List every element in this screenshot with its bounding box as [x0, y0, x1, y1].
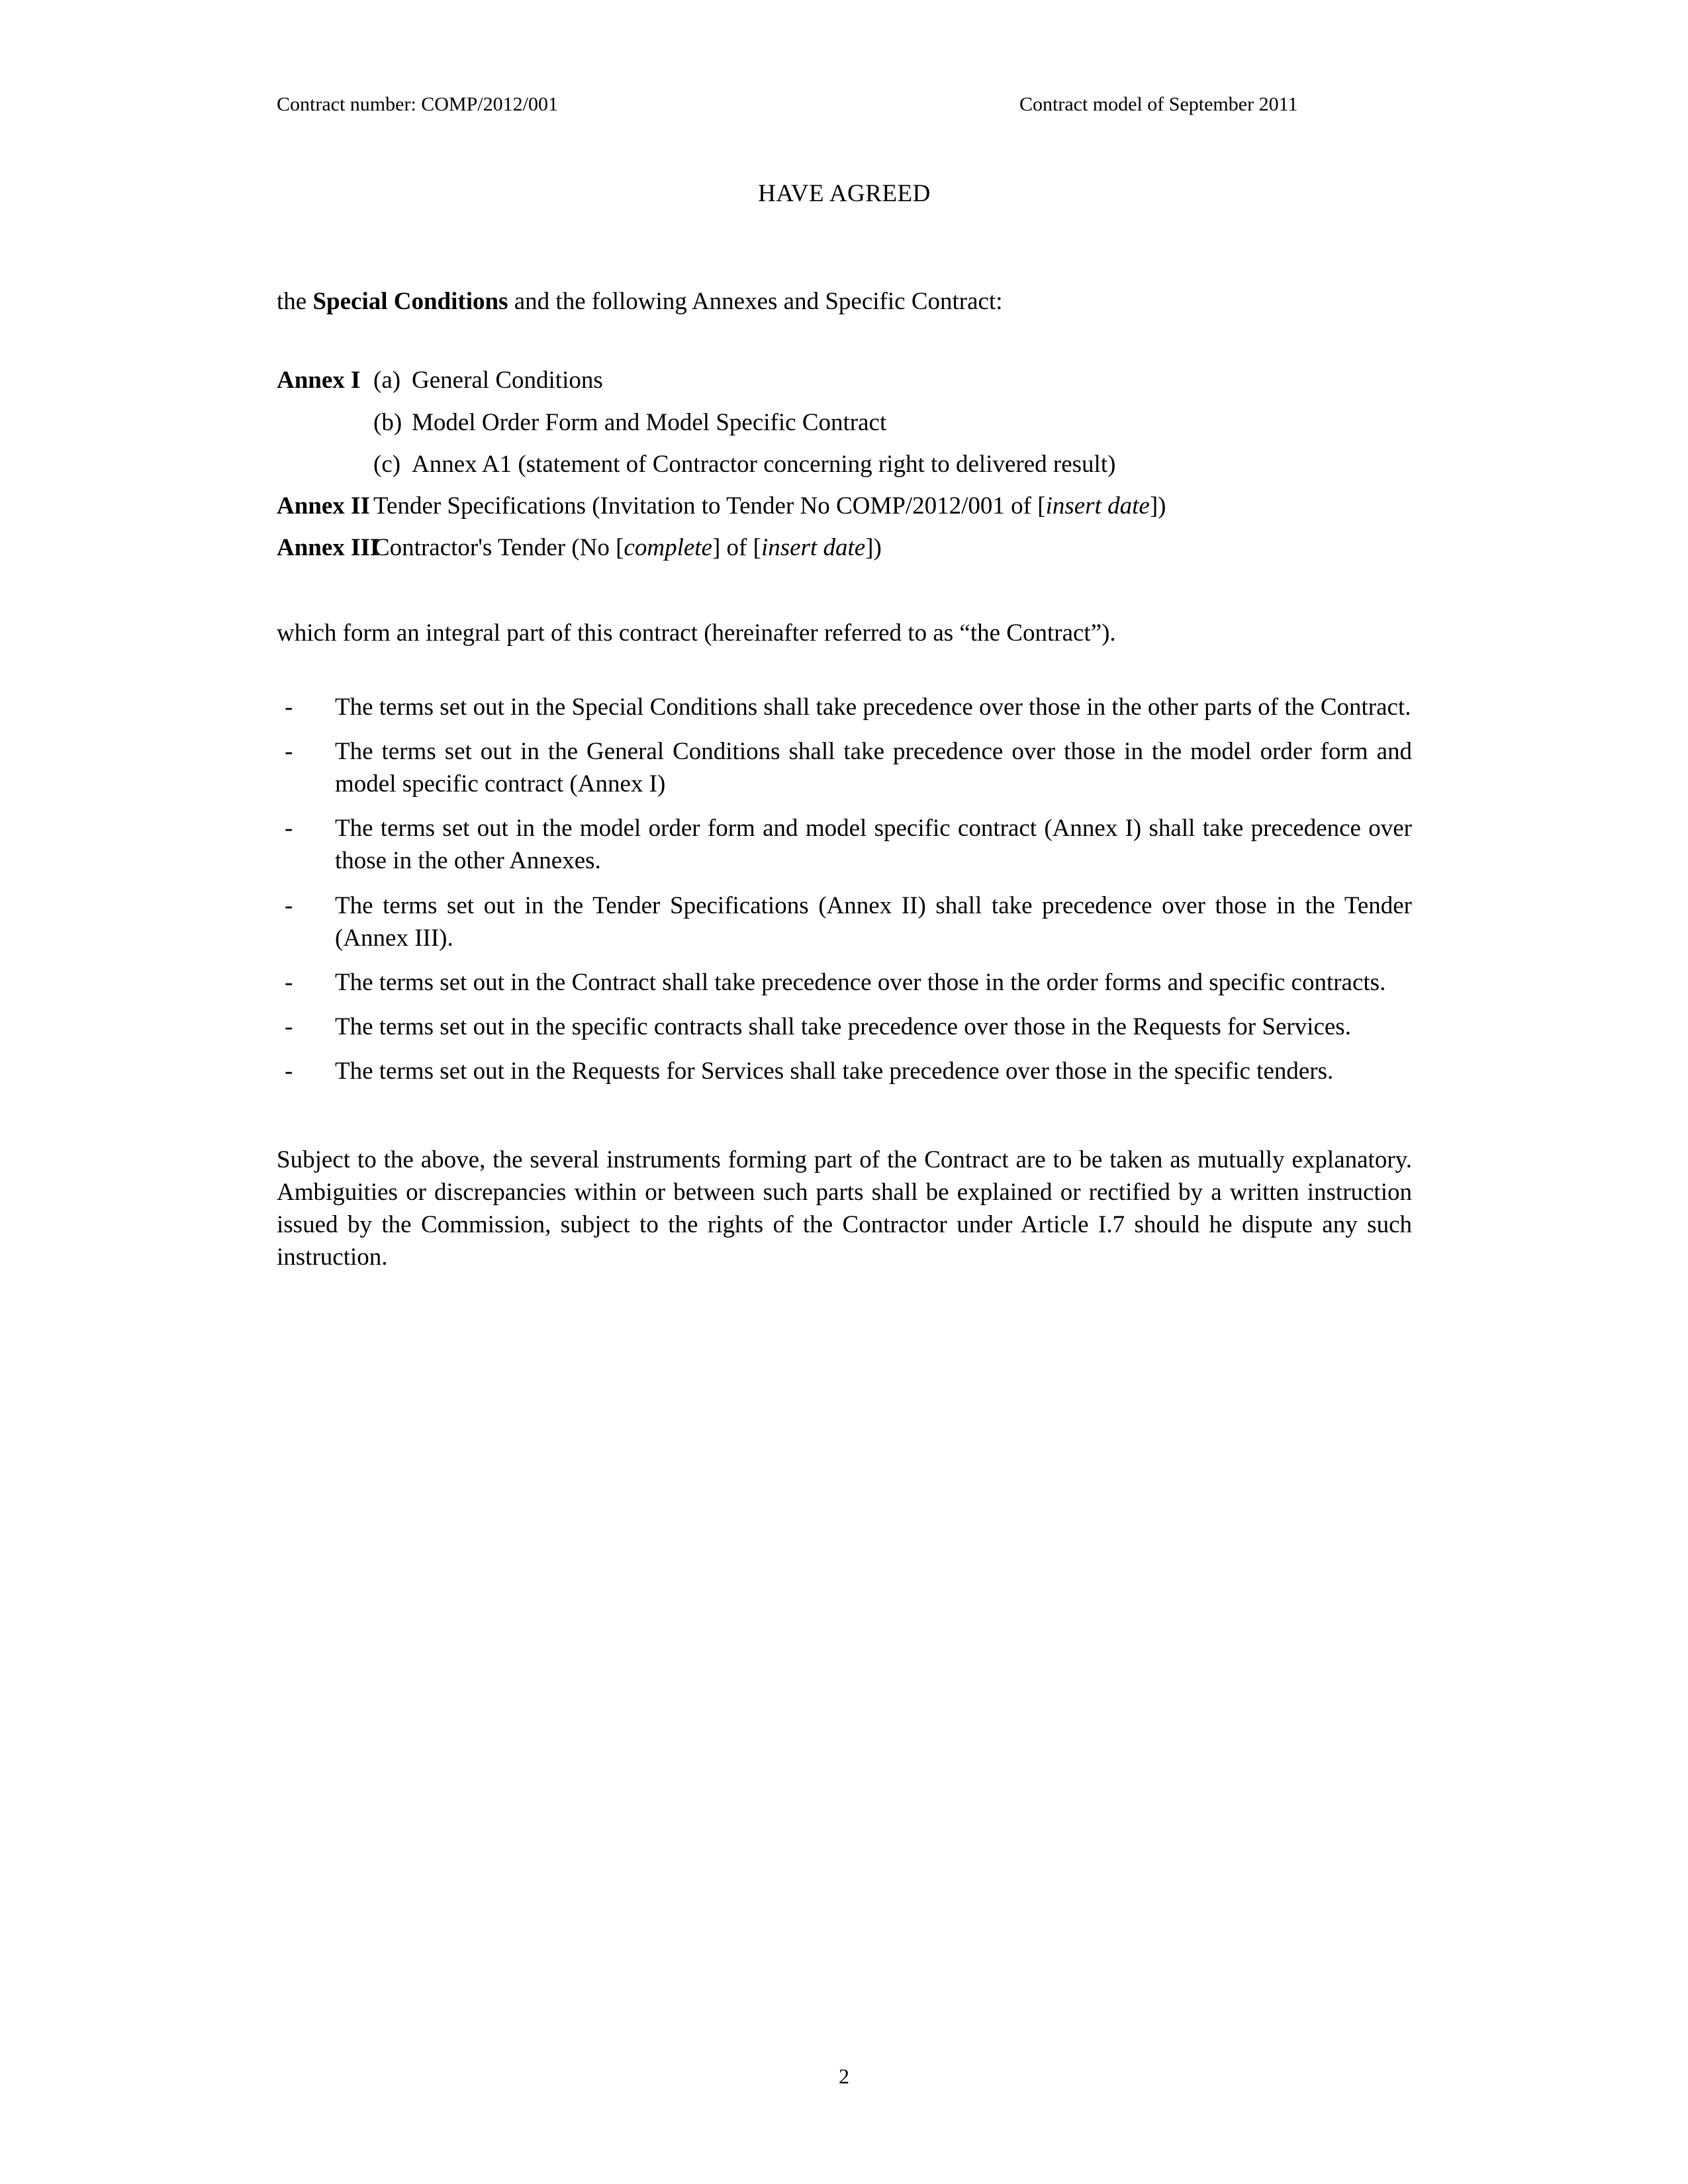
- list-item: - The terms set out in the Tender Specif…: [277, 889, 1412, 954]
- annex-list: Annex I (a) General Conditions (b) Model…: [277, 364, 1412, 564]
- annex-subitem: (a) General Conditions: [373, 364, 1412, 396]
- annex-row: Annex I (a) General Conditions (b) Model…: [277, 364, 1412, 480]
- annex-subitem-text: Model Order Form and Model Specific Cont…: [412, 408, 887, 436]
- precedence-bullet-list: - The terms set out in the Special Condi…: [277, 691, 1412, 1088]
- intro-before: the: [277, 288, 313, 316]
- annex-subitem-text: General Conditions: [412, 367, 603, 394]
- list-item-text: The terms set out in the Special Conditi…: [335, 693, 1411, 721]
- annex-subitem: (b) Model Order Form and Model Specific …: [373, 406, 1412, 439]
- running-header: Contract number: COMP/2012/001 Contract …: [277, 93, 1412, 116]
- closing-paragraph: Subject to the above, the several instru…: [277, 1146, 1412, 1271]
- document-page: Contract number: COMP/2012/001 Contract …: [0, 0, 1688, 2184]
- list-item: - The terms set out in the model order f…: [277, 812, 1412, 877]
- dash-bullet-icon: -: [285, 969, 293, 997]
- list-item-text: The terms set out in the General Conditi…: [335, 737, 1412, 798]
- dash-bullet-icon: -: [285, 1013, 293, 1041]
- annex-text-placeholder: complete: [624, 534, 712, 562]
- header-contract-model: Contract model of September 2011: [1019, 93, 1298, 115]
- list-item: - The terms set out in the Requests for …: [277, 1055, 1412, 1087]
- annex-label: Annex II: [277, 492, 370, 520]
- page-footer: 2: [0, 2064, 1688, 2089]
- list-item-text: The terms set out in the specific contra…: [335, 1013, 1351, 1041]
- annex-text: Tender Specifications (Invitation to Ten…: [373, 490, 1412, 522]
- annex-text-part: Tender Specifications (Invitation to Ten…: [373, 492, 1046, 520]
- annex-subitem-list: (a) General Conditions (b) Model Order F…: [373, 364, 1412, 480]
- dash-bullet-icon: -: [285, 693, 293, 721]
- intro-special-conditions: Special Conditions: [312, 288, 508, 316]
- dash-bullet-icon: -: [285, 737, 293, 765]
- annex-subitem-marker: (b): [373, 408, 402, 436]
- list-item: - The terms set out in the Special Condi…: [277, 691, 1412, 723]
- annex-text: Contractor's Tender (No [complete] of [i…: [373, 531, 1412, 564]
- page-title: HAVE AGREED: [758, 180, 931, 207]
- integral-part-paragraph: which form an integral part of this cont…: [277, 619, 1116, 647]
- list-item-text: The terms set out in the Requests for Se…: [335, 1058, 1334, 1085]
- annex-text-part: ] of [: [712, 534, 761, 562]
- annex-subitem-marker: (c): [373, 450, 401, 478]
- document-body: HAVE AGREED the Special Conditions and t…: [277, 177, 1412, 1273]
- annex-row: Annex III Contractor's Tender (No [compl…: [277, 531, 1412, 564]
- annex-subitem: (c) Annex A1 (statement of Contractor co…: [373, 448, 1412, 480]
- annex-text-part: Contractor's Tender (No [: [373, 534, 624, 562]
- dash-bullet-icon: -: [285, 1058, 293, 1085]
- annex-row: Annex II Tender Specifications (Invitati…: [277, 490, 1412, 522]
- list-item: - The terms set out in the specific cont…: [277, 1011, 1412, 1043]
- annex-text-placeholder: insert date: [761, 534, 866, 562]
- annex-text-part: ]): [865, 534, 882, 562]
- annex-text-part: ]): [1149, 492, 1166, 520]
- list-item-text: The terms set out in the Tender Specific…: [335, 891, 1412, 952]
- annex-text-placeholder: insert date: [1045, 492, 1150, 520]
- annex-subitem-marker: (a): [373, 367, 401, 394]
- dash-bullet-icon: -: [285, 891, 293, 919]
- annex-label: Annex I: [277, 367, 361, 394]
- list-item-text: The terms set out in the model order for…: [335, 815, 1412, 875]
- list-item: - The terms set out in the General Condi…: [277, 735, 1412, 800]
- annex-subitem-text: Annex A1 (statement of Contractor concer…: [412, 450, 1116, 478]
- list-item: - The terms set out in the Contract shal…: [277, 966, 1412, 999]
- list-item-text: The terms set out in the Contract shall …: [335, 969, 1386, 997]
- intro-sentence: the Special Conditions and the following…: [277, 285, 1412, 318]
- intro-after: and the following Annexes and Specific C…: [508, 288, 1003, 316]
- page-number: 2: [839, 2064, 849, 2088]
- dash-bullet-icon: -: [285, 815, 293, 842]
- header-contract-number: Contract number: COMP/2012/001: [277, 93, 558, 115]
- annex-label: Annex III: [277, 534, 380, 562]
